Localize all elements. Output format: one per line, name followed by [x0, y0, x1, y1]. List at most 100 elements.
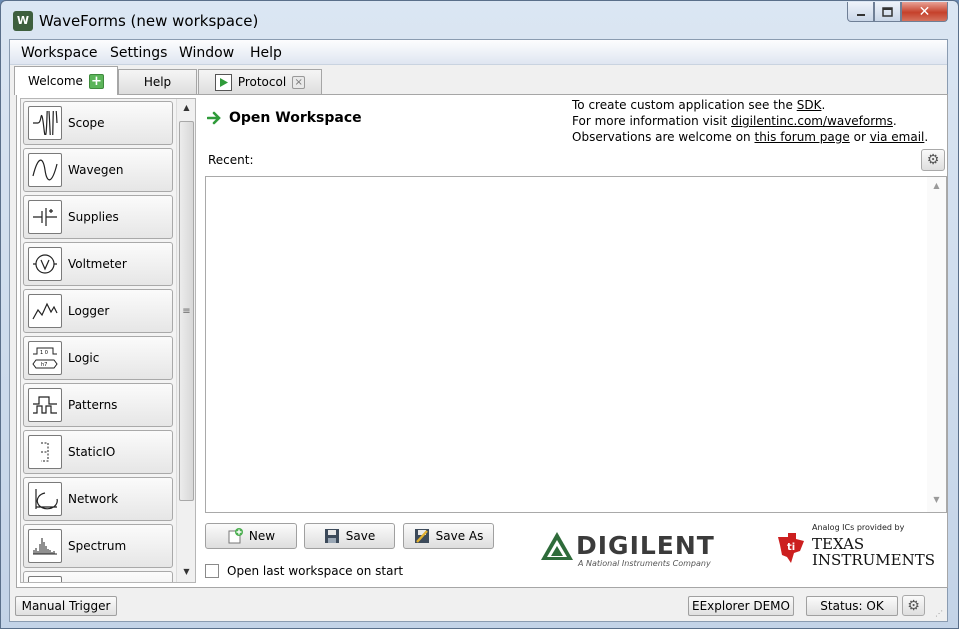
recent-scroll-up-icon[interactable]: ▲	[927, 181, 946, 190]
status-button[interactable]: Status: OK	[806, 596, 898, 616]
save-as-icon	[414, 529, 429, 543]
spectrum-label: Spectrum	[68, 539, 127, 553]
info-line2-suffix: .	[892, 114, 897, 128]
new-button[interactable]: New	[205, 523, 297, 549]
spectrum-button[interactable]: Spectrum	[23, 524, 173, 568]
workspace-pane: Open Workspace To create custom applicat…	[199, 95, 947, 587]
logic-icon: 1 0 h7	[28, 341, 62, 375]
staticio-button[interactable]: StaticIO	[23, 430, 173, 474]
title-bar[interactable]: W WaveForms (new workspace) ✕	[1, 1, 958, 39]
texas-instruments-icon: ti	[778, 533, 804, 563]
tab-protocol[interactable]: Protocol ×	[198, 69, 322, 94]
scope-icon	[28, 106, 62, 140]
scope-button[interactable]: Scope	[23, 101, 173, 145]
scroll-down-icon[interactable]: ▼	[177, 567, 195, 576]
svg-text:ti: ti	[787, 542, 795, 553]
close-button[interactable]: ✕	[901, 2, 948, 22]
open-workspace-text: Open Workspace	[229, 110, 362, 126]
tab-welcome-label: Welcome	[28, 74, 83, 88]
tab-bar: Welcome + Help Protocol ×	[10, 66, 947, 95]
device-settings-button[interactable]: ⚙	[902, 595, 925, 616]
patterns-button[interactable]: Patterns	[23, 383, 173, 427]
save-label: Save	[345, 529, 376, 543]
device-button[interactable]: EExplorer DEMO	[688, 596, 794, 616]
resize-grip-icon[interactable]: ⋰	[935, 609, 945, 619]
info-line3-suffix: .	[924, 130, 929, 144]
menu-help[interactable]: Help	[250, 45, 282, 61]
sidebar-scrollbar[interactable]: ▲ ≡ ▼	[176, 99, 195, 582]
open-workspace-link[interactable]: Open Workspace	[207, 110, 362, 126]
maximize-icon	[882, 6, 893, 17]
supplies-label: Supplies	[68, 210, 119, 224]
recent-list-scrollbar[interactable]: ▲ ▼	[927, 177, 946, 512]
voltmeter-button[interactable]: Voltmeter	[23, 242, 173, 286]
more-tool-icon	[28, 576, 62, 582]
tab-welcome[interactable]: Welcome +	[14, 66, 118, 95]
network-icon	[28, 482, 62, 516]
save-button[interactable]: Save	[304, 523, 395, 549]
tab-protocol-label: Protocol	[237, 75, 287, 89]
info-line1: To create custom application see the	[572, 98, 797, 112]
tab-close-icon[interactable]: ×	[292, 75, 306, 89]
window-title: WaveForms (new workspace)	[39, 12, 259, 30]
minimize-button[interactable]	[847, 2, 874, 22]
staticio-label: StaticIO	[68, 445, 116, 459]
network-label: Network	[68, 492, 119, 506]
manual-trigger-button[interactable]: Manual Trigger	[15, 596, 117, 616]
close-icon: ✕	[918, 3, 931, 20]
info-line2: For more information visit	[572, 114, 732, 128]
save-as-button[interactable]: Save As	[403, 523, 494, 549]
add-tab-plus-icon[interactable]: +	[88, 73, 104, 89]
menu-workspace[interactable]: Workspace	[21, 45, 98, 61]
website-link[interactable]: digilentinc.com/waveforms	[731, 114, 893, 128]
sdk-link[interactable]: SDK	[797, 98, 822, 112]
logger-button[interactable]: Logger	[23, 289, 173, 333]
menu-window[interactable]: Window	[179, 45, 234, 61]
new-label: New	[248, 529, 276, 543]
recent-label: Recent:	[208, 153, 254, 167]
voltmeter-label: Voltmeter	[68, 257, 127, 271]
gear-icon: ⚙	[926, 152, 940, 168]
open-last-checkbox[interactable]	[205, 564, 219, 578]
status-bar: Manual Trigger EExplorer DEMO Status: OK…	[10, 592, 947, 621]
menu-settings[interactable]: Settings	[110, 45, 167, 61]
sidebar-scroll-thumb[interactable]: ≡	[179, 121, 194, 501]
minimize-icon	[856, 13, 865, 16]
scroll-up-icon[interactable]: ▲	[177, 103, 195, 112]
logger-label: Logger	[68, 304, 110, 318]
window-controls: ✕	[847, 2, 948, 22]
staticio-icon	[28, 435, 62, 469]
logger-icon	[28, 294, 62, 328]
network-button[interactable]: Network	[23, 477, 173, 521]
forum-link[interactable]: this forum page	[754, 130, 849, 144]
open-last-workspace-option[interactable]: Open last workspace on start	[205, 564, 403, 578]
wavegen-icon	[28, 153, 62, 187]
info-text: To create custom application see the SDK…	[572, 97, 928, 145]
maximize-button[interactable]	[874, 2, 901, 22]
instrument-sidebar: Scope Wavegen Supplies Voltmeter Logger	[20, 98, 196, 583]
digilent-wordmark: DIGILENT	[576, 531, 715, 560]
supplies-icon	[28, 200, 62, 234]
digilent-triangle-icon	[541, 532, 573, 560]
new-document-icon	[228, 528, 243, 544]
tab-help[interactable]: Help	[118, 69, 197, 94]
wavegen-button[interactable]: Wavegen	[23, 148, 173, 192]
email-link[interactable]: via email	[870, 130, 925, 144]
svg-text:h7: h7	[41, 362, 47, 368]
client-area: Workspace Settings Window Help Welcome +…	[9, 39, 948, 622]
voltmeter-icon	[28, 247, 62, 281]
logic-label: Logic	[68, 351, 100, 365]
supplies-button[interactable]: Supplies	[23, 195, 173, 239]
more-tools-button[interactable]	[23, 571, 173, 582]
ti-wordmark-line2: INSTRUMENTS	[812, 551, 935, 569]
menu-bar: Workspace Settings Window Help	[10, 40, 947, 65]
info-line3-mid: or	[849, 130, 870, 144]
patterns-icon	[28, 388, 62, 422]
recent-settings-button[interactable]: ⚙	[921, 149, 945, 171]
recent-workspaces-list[interactable]: ▲ ▼	[205, 176, 947, 513]
tab-help-label: Help	[143, 75, 172, 89]
info-line3: Observations are welcome on	[572, 130, 755, 144]
logic-button[interactable]: 1 0 h7 Logic	[23, 336, 173, 380]
save-icon	[324, 529, 339, 543]
recent-scroll-down-icon[interactable]: ▼	[927, 495, 946, 504]
